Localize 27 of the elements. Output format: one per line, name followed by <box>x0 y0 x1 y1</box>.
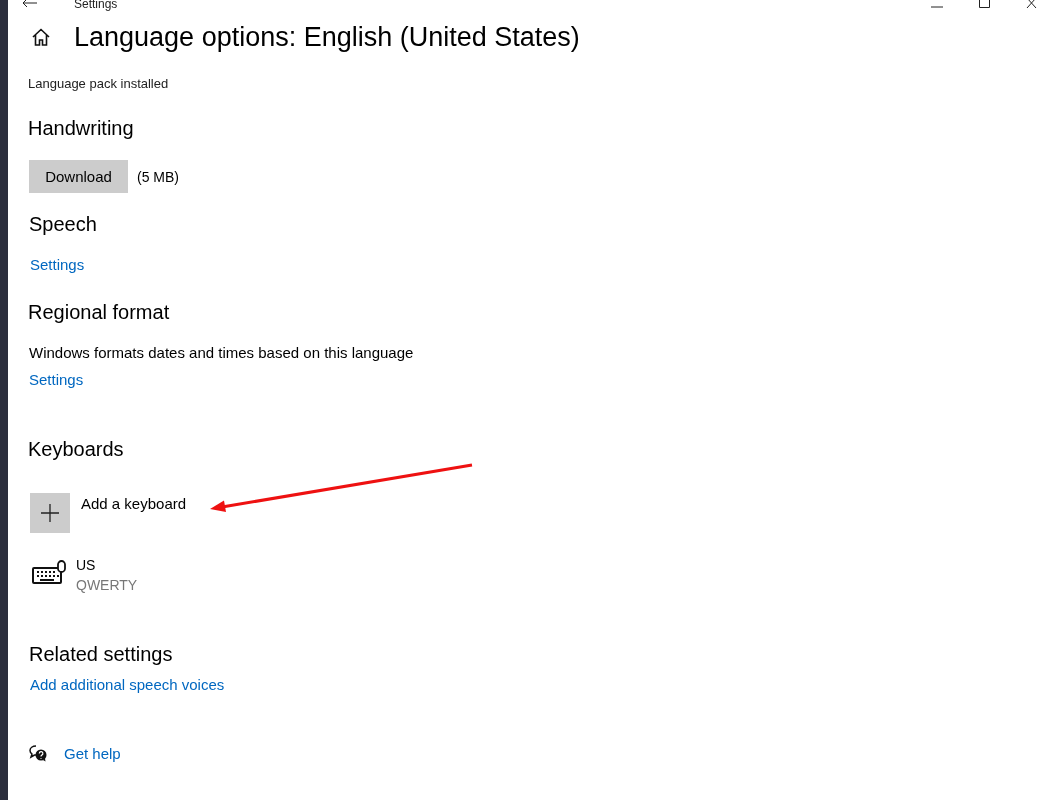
add-keyboard-button[interactable] <box>30 493 70 533</box>
section-heading: Speech <box>29 213 97 236</box>
back-arrow-icon[interactable] <box>22 0 38 8</box>
settings-link[interactable]: Settings <box>29 371 84 388</box>
section-heading: Regional format <box>28 301 171 324</box>
status-text: Language pack installed <box>28 76 170 91</box>
section-heading: Keyboards <box>28 438 125 461</box>
keyboard-icon <box>32 560 66 586</box>
page-title: Language options: English (United States) <box>74 21 580 53</box>
section-heading: Handwriting <box>28 117 135 140</box>
keyboard-layout: QWERTY <box>76 576 138 595</box>
minimize-icon[interactable] <box>931 5 943 8</box>
settings-link[interactable]: Settings <box>30 256 85 273</box>
download-size: (5 MB) <box>137 168 179 185</box>
keyboard-name[interactable]: US <box>76 555 138 575</box>
maximize-icon[interactable] <box>979 0 990 8</box>
section-heading: Related settings <box>29 643 174 666</box>
add-keyboard-label[interactable]: Add a keyboard <box>81 495 187 512</box>
plus-icon <box>41 504 59 522</box>
home-icon[interactable] <box>31 28 51 46</box>
description-text: Windows formats dates and times based on this language <box>29 344 415 361</box>
close-icon[interactable] <box>1026 0 1037 8</box>
window-title: Settings <box>74 0 118 11</box>
get-help-link[interactable]: Get help <box>64 745 121 762</box>
download-button[interactable]: Download <box>29 160 128 193</box>
help-chat-icon <box>29 745 47 762</box>
settings-link[interactable]: Add additional speech voices <box>30 676 225 693</box>
